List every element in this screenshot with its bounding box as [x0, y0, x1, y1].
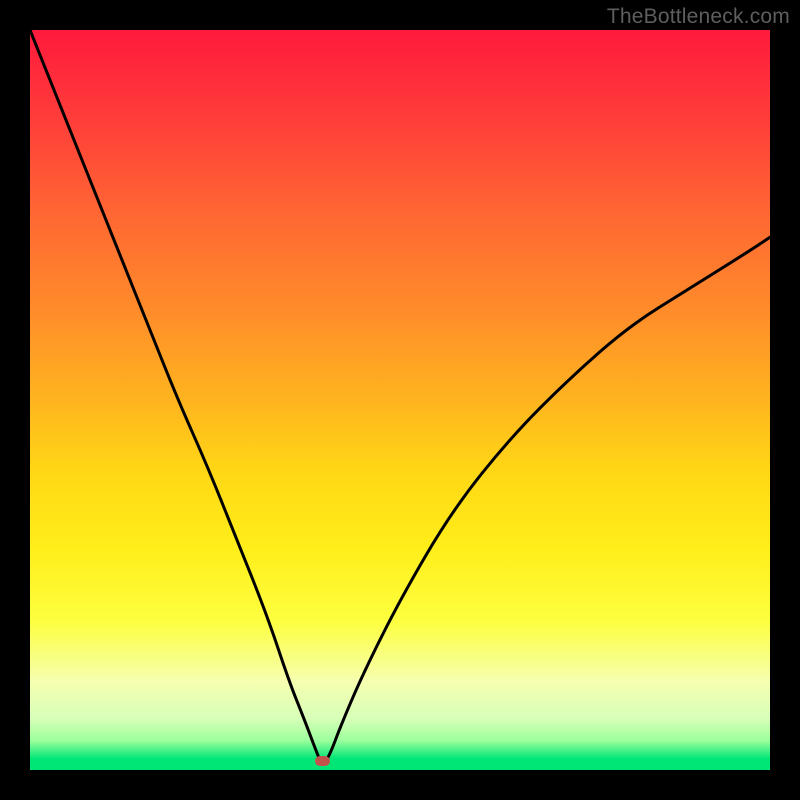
- bottleneck-curve: [30, 30, 770, 770]
- chart-wrapper: TheBottleneck.com: [0, 0, 800, 800]
- plot-area: [30, 30, 770, 770]
- watermark-text: TheBottleneck.com: [607, 5, 790, 29]
- optimum-marker: [315, 756, 330, 766]
